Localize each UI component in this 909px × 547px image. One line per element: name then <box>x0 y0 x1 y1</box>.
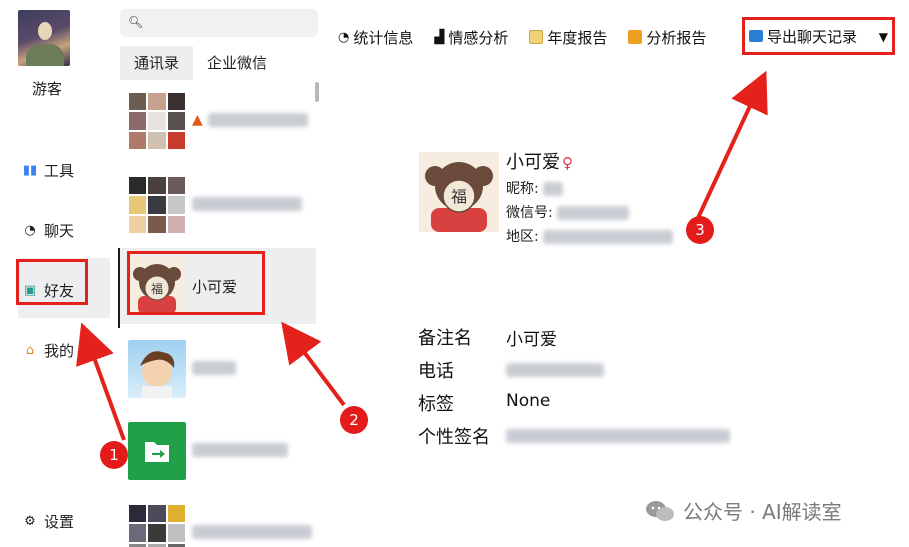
arrow-1 <box>76 322 126 441</box>
annotation-badge-2: 2 <box>340 406 368 434</box>
watermark-text: 公众号 · AI解读室 <box>683 500 842 524</box>
annotation-badge-1: 1 <box>100 441 128 469</box>
arrow-3 <box>696 70 768 219</box>
arrow-2 <box>281 321 346 407</box>
annotation-arrows <box>76 70 768 441</box>
annotation-badge-3: 3 <box>686 216 714 244</box>
watermark: 公众号 · AI解读室 <box>645 496 842 525</box>
wechat-logo-icon <box>646 500 674 521</box>
